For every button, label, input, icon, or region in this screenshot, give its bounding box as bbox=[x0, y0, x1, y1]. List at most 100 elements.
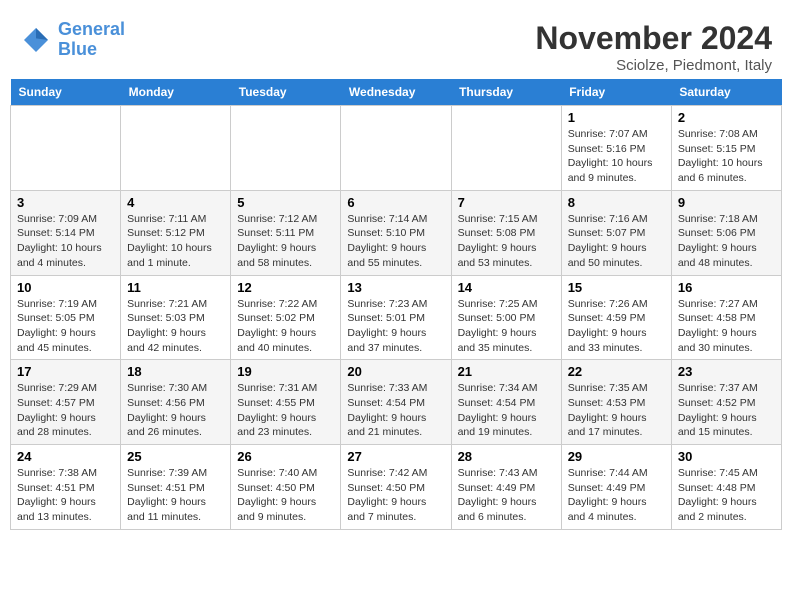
logo-line1: General bbox=[58, 19, 125, 39]
calendar-cell: 27 Sunrise: 7:42 AM Sunset: 4:50 PM Dayli… bbox=[341, 445, 451, 530]
day-number: 22 bbox=[568, 364, 665, 379]
day-info: Sunrise: 7:37 AM Sunset: 4:52 PM Dayligh… bbox=[678, 381, 775, 440]
day-info: Sunrise: 7:33 AM Sunset: 4:54 PM Dayligh… bbox=[347, 381, 444, 440]
calendar-cell: 9 Sunrise: 7:18 AM Sunset: 5:06 PM Daylig… bbox=[671, 190, 781, 275]
day-number: 2 bbox=[678, 110, 775, 125]
week-row-4: 17Sunrise: 7:29 AM Sunset: 4:57 PM Dayli… bbox=[11, 360, 782, 445]
day-info: Sunrise: 7:31 AM Sunset: 4:55 PM Dayligh… bbox=[237, 381, 334, 440]
day-number: 28 bbox=[458, 449, 555, 464]
day-info: Sunrise: 7:23 AM Sunset: 5:01 PM Dayligh… bbox=[347, 297, 444, 356]
day-info: Sunrise: 7:29 AM Sunset: 4:57 PM Dayligh… bbox=[17, 381, 114, 440]
day-info: Sunrise: 7:08 AM Sunset: 5:15 PM Dayligh… bbox=[678, 127, 775, 186]
day-number: 21 bbox=[458, 364, 555, 379]
calendar-table: SundayMondayTuesdayWednesdayThursdayFrid… bbox=[10, 79, 782, 530]
day-info: Sunrise: 7:44 AM Sunset: 4:49 PM Dayligh… bbox=[568, 466, 665, 525]
calendar-cell: 1Sunrise: 7:07 AM Sunset: 5:16 PM Daylig… bbox=[561, 106, 671, 191]
day-info: Sunrise: 7:22 AM Sunset: 5:02 PM Dayligh… bbox=[237, 297, 334, 356]
day-info: Sunrise: 7:21 AM Sunset: 5:03 PM Dayligh… bbox=[127, 297, 224, 356]
calendar-cell: 23 Sunrise: 7:37 AM Sunset: 4:52 PM Dayli… bbox=[671, 360, 781, 445]
calendar-cell: 10 Sunrise: 7:19 AM Sunset: 5:05 PM Dayli… bbox=[11, 275, 121, 360]
week-row-5: 24 Sunrise: 7:38 AM Sunset: 4:51 PM Dayli… bbox=[11, 445, 782, 530]
day-info: Sunrise: 7:25 AM Sunset: 5:00 PM Dayligh… bbox=[458, 297, 555, 356]
calendar-cell: 20Sunrise: 7:33 AM Sunset: 4:54 PM Dayli… bbox=[341, 360, 451, 445]
col-header-thursday: Thursday bbox=[451, 79, 561, 106]
calendar-cell bbox=[341, 106, 451, 191]
day-number: 9 bbox=[678, 195, 775, 210]
day-info: Sunrise: 7:39 AM Sunset: 4:51 PM Dayligh… bbox=[127, 466, 224, 525]
day-number: 7 bbox=[458, 195, 555, 210]
calendar-cell bbox=[121, 106, 231, 191]
day-number: 12 bbox=[237, 280, 334, 295]
calendar-cell: 18 Sunrise: 7:30 AM Sunset: 4:56 PM Dayli… bbox=[121, 360, 231, 445]
col-header-wednesday: Wednesday bbox=[341, 79, 451, 106]
calendar-cell: 19 Sunrise: 7:31 AM Sunset: 4:55 PM Dayli… bbox=[231, 360, 341, 445]
calendar-cell: 16 Sunrise: 7:27 AM Sunset: 4:58 PM Dayli… bbox=[671, 275, 781, 360]
day-info: Sunrise: 7:11 AM Sunset: 5:12 PM Dayligh… bbox=[127, 212, 224, 271]
day-number: 29 bbox=[568, 449, 665, 464]
day-number: 26 bbox=[237, 449, 334, 464]
day-info: Sunrise: 7:27 AM Sunset: 4:58 PM Dayligh… bbox=[678, 297, 775, 356]
calendar-cell: 3 Sunrise: 7:09 AM Sunset: 5:14 PM Daylig… bbox=[11, 190, 121, 275]
day-info: Sunrise: 7:40 AM Sunset: 4:50 PM Dayligh… bbox=[237, 466, 334, 525]
calendar-cell: 29 Sunrise: 7:44 AM Sunset: 4:49 PM Dayli… bbox=[561, 445, 671, 530]
day-info: Sunrise: 7:18 AM Sunset: 5:06 PM Dayligh… bbox=[678, 212, 775, 271]
calendar-cell: 5Sunrise: 7:12 AM Sunset: 5:11 PM Daylig… bbox=[231, 190, 341, 275]
week-row-3: 10 Sunrise: 7:19 AM Sunset: 5:05 PM Dayli… bbox=[11, 275, 782, 360]
calendar-cell: 12 Sunrise: 7:22 AM Sunset: 5:02 PM Dayli… bbox=[231, 275, 341, 360]
col-header-tuesday: Tuesday bbox=[231, 79, 341, 106]
day-info: Sunrise: 7:16 AM Sunset: 5:07 PM Dayligh… bbox=[568, 212, 665, 271]
day-number: 3 bbox=[17, 195, 114, 210]
logo-icon bbox=[20, 24, 52, 56]
calendar-cell: 28 Sunrise: 7:43 AM Sunset: 4:49 PM Dayli… bbox=[451, 445, 561, 530]
day-number: 15 bbox=[568, 280, 665, 295]
title-block: November 2024 Sciolze, Piedmont, Italy bbox=[535, 20, 772, 74]
day-number: 11 bbox=[127, 280, 224, 295]
day-info: Sunrise: 7:45 AM Sunset: 4:48 PM Dayligh… bbox=[678, 466, 775, 525]
day-number: 27 bbox=[347, 449, 444, 464]
day-info: Sunrise: 7:43 AM Sunset: 4:49 PM Dayligh… bbox=[458, 466, 555, 525]
location: Sciolze, Piedmont, Italy bbox=[535, 57, 772, 74]
day-number: 14 bbox=[458, 280, 555, 295]
day-number: 19 bbox=[237, 364, 334, 379]
col-header-monday: Monday bbox=[121, 79, 231, 106]
week-row-1: 1Sunrise: 7:07 AM Sunset: 5:16 PM Daylig… bbox=[11, 106, 782, 191]
calendar-cell bbox=[11, 106, 121, 191]
calendar-cell bbox=[231, 106, 341, 191]
calendar-cell: 21 Sunrise: 7:34 AM Sunset: 4:54 PM Dayli… bbox=[451, 360, 561, 445]
day-number: 6 bbox=[347, 195, 444, 210]
day-info: Sunrise: 7:34 AM Sunset: 4:54 PM Dayligh… bbox=[458, 381, 555, 440]
day-number: 13 bbox=[347, 280, 444, 295]
logo: General Blue bbox=[20, 20, 125, 60]
calendar-cell: 15Sunrise: 7:26 AM Sunset: 4:59 PM Dayli… bbox=[561, 275, 671, 360]
calendar-cell: 4 Sunrise: 7:11 AM Sunset: 5:12 PM Daylig… bbox=[121, 190, 231, 275]
day-number: 23 bbox=[678, 364, 775, 379]
day-number: 24 bbox=[17, 449, 114, 464]
calendar-cell bbox=[451, 106, 561, 191]
day-number: 8 bbox=[568, 195, 665, 210]
day-info: Sunrise: 7:30 AM Sunset: 4:56 PM Dayligh… bbox=[127, 381, 224, 440]
calendar-cell: 8 Sunrise: 7:16 AM Sunset: 5:07 PM Daylig… bbox=[561, 190, 671, 275]
calendar-cell: 30 Sunrise: 7:45 AM Sunset: 4:48 PM Dayli… bbox=[671, 445, 781, 530]
calendar-cell: 24 Sunrise: 7:38 AM Sunset: 4:51 PM Dayli… bbox=[11, 445, 121, 530]
col-header-sunday: Sunday bbox=[11, 79, 121, 106]
day-number: 10 bbox=[17, 280, 114, 295]
week-row-2: 3 Sunrise: 7:09 AM Sunset: 5:14 PM Daylig… bbox=[11, 190, 782, 275]
calendar-cell: 6 Sunrise: 7:14 AM Sunset: 5:10 PM Daylig… bbox=[341, 190, 451, 275]
day-info: Sunrise: 7:09 AM Sunset: 5:14 PM Dayligh… bbox=[17, 212, 114, 271]
day-number: 30 bbox=[678, 449, 775, 464]
day-number: 4 bbox=[127, 195, 224, 210]
day-number: 16 bbox=[678, 280, 775, 295]
calendar-cell: 2 Sunrise: 7:08 AM Sunset: 5:15 PM Daylig… bbox=[671, 106, 781, 191]
day-info: Sunrise: 7:38 AM Sunset: 4:51 PM Dayligh… bbox=[17, 466, 114, 525]
calendar-cell: 25 Sunrise: 7:39 AM Sunset: 4:51 PM Dayli… bbox=[121, 445, 231, 530]
day-info: Sunrise: 7:14 AM Sunset: 5:10 PM Dayligh… bbox=[347, 212, 444, 271]
col-header-saturday: Saturday bbox=[671, 79, 781, 106]
day-number: 18 bbox=[127, 364, 224, 379]
day-info: Sunrise: 7:15 AM Sunset: 5:08 PM Dayligh… bbox=[458, 212, 555, 271]
day-number: 25 bbox=[127, 449, 224, 464]
day-number: 5 bbox=[237, 195, 334, 210]
calendar-cell: 26 Sunrise: 7:40 AM Sunset: 4:50 PM Dayli… bbox=[231, 445, 341, 530]
day-info: Sunrise: 7:19 AM Sunset: 5:05 PM Dayligh… bbox=[17, 297, 114, 356]
day-info: Sunrise: 7:42 AM Sunset: 4:50 PM Dayligh… bbox=[347, 466, 444, 525]
day-info: Sunrise: 7:07 AM Sunset: 5:16 PM Dayligh… bbox=[568, 127, 665, 186]
